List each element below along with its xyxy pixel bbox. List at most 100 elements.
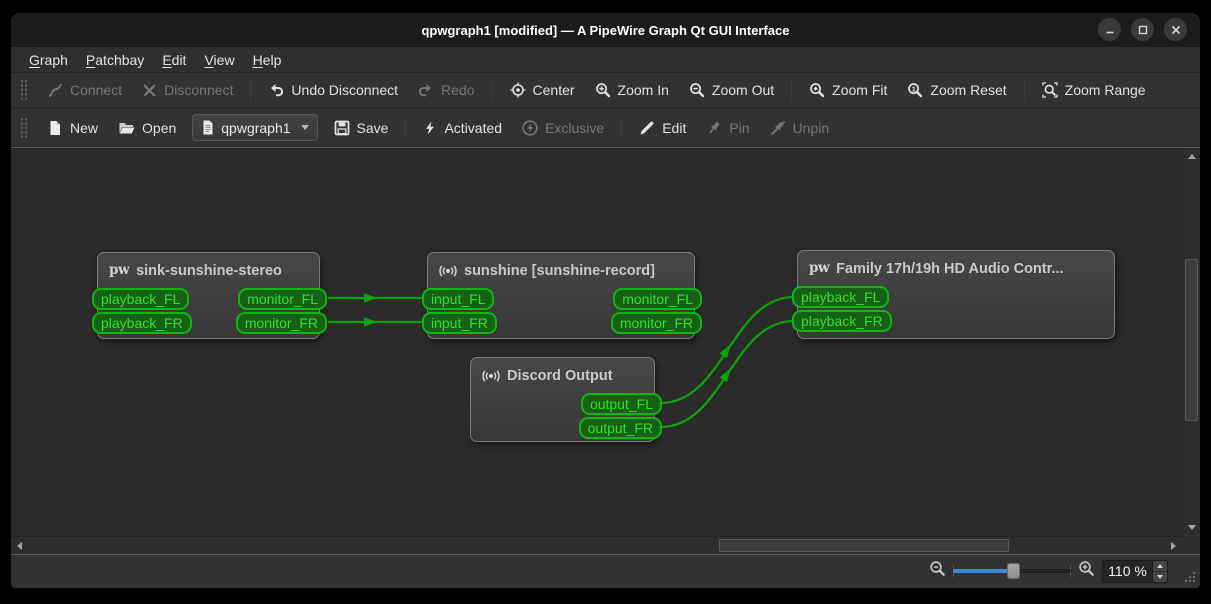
zoom-out-icon xyxy=(690,83,705,98)
vertical-scroll-thumb[interactable] xyxy=(1185,259,1198,421)
zoom-in-button[interactable]: Zoom In xyxy=(585,77,679,103)
stream-icon xyxy=(482,369,500,382)
activated-bolt-icon xyxy=(426,120,435,135)
undo-disconnect-button[interactable]: Undo Disconnect xyxy=(258,77,408,103)
pin-button[interactable]: Pin xyxy=(696,115,759,141)
port-row: output_FL xyxy=(471,393,662,415)
zoom-reset-button[interactable]: 1 Zoom Reset xyxy=(897,77,1016,103)
menu-patchbay[interactable]: Patchbay xyxy=(77,49,153,71)
zoom-in-icon[interactable] xyxy=(1078,560,1095,582)
pipewire-icon: pw xyxy=(809,259,830,276)
toolbar-separator xyxy=(621,116,623,139)
horizontal-scrollbar[interactable] xyxy=(11,536,1182,554)
zoom-fit-icon xyxy=(810,83,825,98)
node-title: sink-sunshine-stereo xyxy=(136,262,282,279)
port-output-fr[interactable]: output_FR xyxy=(578,417,662,439)
arrow-down-icon xyxy=(1187,525,1196,530)
new-file-icon xyxy=(50,120,60,135)
scroll-left-button[interactable] xyxy=(11,537,28,554)
port-input-fr[interactable]: input_FR xyxy=(422,312,497,334)
port-input-fl[interactable]: input_FL xyxy=(422,288,495,310)
toolbar-separator xyxy=(491,79,493,101)
zoom-reset-label: Zoom Reset xyxy=(930,82,1007,98)
disconnect-button[interactable]: Disconnect xyxy=(132,77,243,103)
window-title: qpwgraph1 [modified] — A PipeWire Graph … xyxy=(421,22,790,38)
connect-button[interactable]: Connect xyxy=(37,77,132,103)
zoom-fit-button[interactable]: Zoom Fit xyxy=(799,77,897,103)
spin-down-button[interactable] xyxy=(1153,571,1167,582)
horizontal-scroll-thumb[interactable] xyxy=(719,539,1009,552)
save-button[interactable]: Save xyxy=(324,115,399,141)
zoom-slider-handle[interactable] xyxy=(1007,563,1020,579)
zoom-spinbox[interactable]: 110 % xyxy=(1102,559,1168,583)
port-monitor-fr[interactable]: monitor_FR xyxy=(610,312,702,334)
node-sunshine[interactable]: sunshine [sunshine-record] input_FL moni… xyxy=(422,252,702,339)
node-discord-output[interactable]: Discord Output output_FL output_FR xyxy=(470,357,662,442)
edit-button[interactable]: Edit xyxy=(629,115,696,141)
node-family-hd-audio[interactable]: pw Family 17h/19h HD Audio Contr... play… xyxy=(792,250,1115,339)
minimize-button[interactable] xyxy=(1098,18,1121,41)
exclusive-bolt-icon xyxy=(522,119,538,136)
menu-edit[interactable]: Edit xyxy=(153,49,195,71)
port-playback-fl[interactable]: playback_FL xyxy=(92,288,190,310)
vertical-scrollbar[interactable] xyxy=(1182,148,1200,536)
port-playback-fr[interactable]: playback_FR xyxy=(792,310,892,332)
port-monitor-fl[interactable]: monitor_FL xyxy=(238,288,327,310)
scroll-right-button[interactable] xyxy=(1165,537,1182,554)
slider-track-filled[interactable] xyxy=(953,569,1013,573)
new-label: New xyxy=(70,119,99,136)
port-output-fl[interactable]: output_FL xyxy=(580,393,662,415)
graph-canvas[interactable]: pw sink-sunshine-stereo playback_FL moni… xyxy=(11,148,1182,536)
menu-graph[interactable]: Graph xyxy=(20,49,77,71)
titlebar[interactable]: qpwgraph1 [modified] — A PipeWire Graph … xyxy=(11,13,1200,47)
zoom-range-button[interactable]: Zoom Range xyxy=(1032,77,1156,103)
maximize-button[interactable] xyxy=(1131,18,1154,41)
menu-help[interactable]: Help xyxy=(244,49,291,71)
zoom-range-label: Zoom Range xyxy=(1064,82,1146,98)
save-icon xyxy=(334,120,349,135)
port-monitor-fr[interactable]: monitor_FR xyxy=(235,312,327,334)
toolbar-separator xyxy=(405,116,407,139)
unpin-button[interactable]: Unpin xyxy=(760,115,840,141)
resize-grip[interactable] xyxy=(1183,570,1196,583)
svg-text:1: 1 xyxy=(912,84,916,93)
spin-up-button[interactable] xyxy=(1153,560,1167,572)
close-button[interactable] xyxy=(1164,18,1187,41)
port-monitor-fl[interactable]: monitor_FL xyxy=(613,288,702,310)
scroll-down-button[interactable] xyxy=(1183,519,1200,536)
center-button[interactable]: Center xyxy=(500,77,585,103)
slider-track[interactable] xyxy=(1013,569,1071,573)
open-button[interactable]: Open xyxy=(108,115,186,141)
undo-icon xyxy=(271,84,284,97)
exclusive-button[interactable]: Exclusive xyxy=(512,115,614,141)
zoom-value[interactable]: 110 % xyxy=(1103,563,1152,579)
port-row: playback_FR monitor_FR xyxy=(92,312,327,334)
zoom-out-button[interactable]: Zoom Out xyxy=(679,77,784,103)
edit-label: Edit xyxy=(662,119,687,136)
pipewire-icon: pw xyxy=(109,261,130,278)
edit-pencil-icon xyxy=(640,121,654,134)
node-title: sunshine [sunshine-record] xyxy=(464,262,655,279)
node-sink-sunshine-stereo[interactable]: pw sink-sunshine-stereo playback_FL moni… xyxy=(92,252,327,339)
chevron-down-icon xyxy=(300,125,309,130)
toolbar-drag-handle[interactable] xyxy=(20,116,28,139)
connection-arrow-icon xyxy=(719,344,731,359)
node-title: Discord Output xyxy=(507,367,613,384)
menu-view[interactable]: View xyxy=(195,49,243,71)
activated-button[interactable]: Activated xyxy=(413,115,512,141)
connection-arrow-icon xyxy=(364,317,378,327)
zoom-slider[interactable] xyxy=(953,561,1071,581)
port-playback-fl[interactable]: playback_FL xyxy=(792,286,890,308)
scroll-up-button[interactable] xyxy=(1183,148,1200,165)
zoom-out-icon[interactable] xyxy=(929,560,946,582)
redo-icon xyxy=(418,84,432,97)
activated-label: Activated xyxy=(444,119,503,136)
redo-button[interactable]: Redo xyxy=(408,77,484,103)
unpin-icon xyxy=(770,120,785,135)
port-playback-fr[interactable]: playback_FR xyxy=(92,312,192,334)
session-combobox[interactable]: qpwgraph1 xyxy=(192,114,318,141)
toolbar-drag-handle[interactable] xyxy=(20,79,28,101)
arrow-up-icon xyxy=(1187,154,1196,159)
spin-buttons xyxy=(1152,560,1167,582)
new-button[interactable]: New xyxy=(37,115,108,141)
